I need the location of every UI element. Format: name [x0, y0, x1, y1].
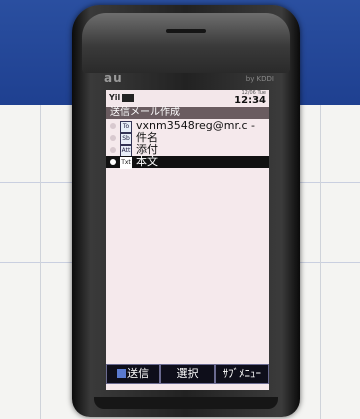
- phone-bottom-edge: [94, 397, 278, 409]
- submenu-softkey[interactable]: ｻﾌﾞﾒﾆｭｰ: [214, 364, 269, 384]
- send-label: 送信: [127, 367, 150, 380]
- mail-field-attachment[interactable]: Att 添付: [106, 144, 269, 157]
- mail-field-subject[interactable]: Sb 件名: [106, 132, 269, 145]
- phone-top-panel: [82, 13, 290, 73]
- screen-title: 送信メール作成: [106, 107, 269, 119]
- model-label: by KDDI: [245, 75, 274, 83]
- pencil-icon: Txt: [120, 157, 132, 169]
- softkey-bar: 送信 選択 ｻﾌﾞﾒﾆｭｰ: [106, 364, 269, 384]
- send-softkey[interactable]: 送信: [106, 364, 161, 384]
- signal-icon: Yil: [109, 93, 121, 102]
- bullet-icon: [110, 159, 116, 165]
- brand-logo: au: [104, 71, 123, 85]
- battery-icon: [122, 94, 134, 102]
- send-icon: [117, 369, 127, 378]
- speaker-grille: [166, 29, 206, 33]
- body-label: 本文: [136, 155, 158, 168]
- phone-screen: Yil 12/06 Tue 12:34 送信メール作成 To vxnm3548r…: [106, 90, 269, 390]
- mobile-phone: au by KDDI Yil 12/06 Tue 12:34 送信メール作成 T…: [72, 5, 300, 417]
- status-bar: Yil 12/06 Tue 12:34: [106, 90, 269, 106]
- mail-field-to[interactable]: To vxnm3548reg@mr.c -: [106, 120, 269, 133]
- bullet-icon: [110, 123, 116, 129]
- desk-line: [40, 105, 41, 419]
- select-softkey[interactable]: 選択: [160, 364, 215, 384]
- bullet-icon: [110, 135, 116, 141]
- status-time: 12:34: [234, 95, 266, 106]
- mail-field-body[interactable]: Txt 本文: [106, 155, 269, 169]
- desk-line: [320, 105, 321, 419]
- bullet-icon: [110, 147, 116, 153]
